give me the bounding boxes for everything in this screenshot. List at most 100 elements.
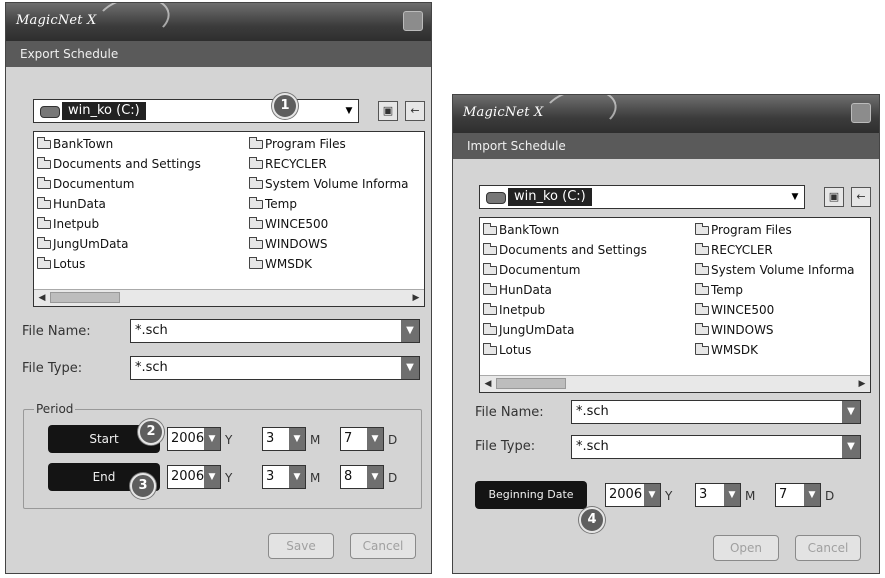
month-select[interactable]: 3 ▼ (695, 483, 741, 507)
start-day-select[interactable]: 7 ▼ (340, 427, 384, 451)
chevron-down-icon[interactable]: ▼ (401, 320, 419, 342)
file-list-item[interactable]: BankTown (483, 220, 647, 240)
scroll-right-icon[interactable]: ▶ (855, 377, 869, 391)
file-type-select[interactable]: *.sch ▼ (130, 356, 420, 380)
folder-up-button[interactable]: ▣ (824, 187, 844, 207)
folder-icon (483, 302, 497, 315)
file-list-item[interactable]: HunData (37, 194, 201, 214)
file-list-item[interactable]: WMSDK (695, 340, 854, 360)
chevron-down-icon[interactable]: ▼ (342, 103, 356, 119)
horizontal-scrollbar[interactable]: ◀ ▶ (34, 289, 424, 306)
beginning-date-button[interactable]: Beginning Date (475, 481, 587, 509)
file-type-value: *.sch (576, 439, 609, 454)
folder-icon (249, 236, 263, 249)
drive-select-value: win_ko (C:) (508, 188, 592, 206)
folder-icon (483, 222, 497, 235)
folder-icon (695, 222, 709, 235)
end-year-select[interactable]: 2006 ▼ (167, 465, 221, 489)
end-month-select[interactable]: 3 ▼ (262, 465, 306, 489)
file-list[interactable]: BankTown Documents and Settings Documentum… (479, 217, 871, 393)
file-list-item[interactable]: RECYCLER (249, 154, 408, 174)
folder-icon (483, 322, 497, 335)
file-list-item[interactable]: Lotus (483, 340, 647, 360)
chevron-down-icon[interactable]: ▼ (401, 357, 419, 379)
folder-up-button[interactable]: ▣ (378, 101, 398, 121)
file-list-item[interactable]: Program Files (695, 220, 854, 240)
file-list-item[interactable]: Lotus (37, 254, 201, 274)
file-list-item[interactable]: Documents and Settings (483, 240, 647, 260)
file-list-item[interactable]: Documentum (483, 260, 647, 280)
scroll-right-icon[interactable]: ▶ (409, 291, 423, 305)
file-list-item[interactable]: WINDOWS (249, 234, 408, 254)
day-select[interactable]: 7 ▼ (775, 483, 821, 507)
open-button[interactable]: Open (713, 535, 779, 561)
file-list-item[interactable]: System Volume Informa (249, 174, 408, 194)
drive-select[interactable]: win_ko (C:) ▼ (33, 99, 359, 123)
cancel-button[interactable]: Cancel (795, 535, 861, 561)
file-list-item[interactable]: JungUmData (483, 320, 647, 340)
back-button[interactable]: ← (405, 101, 425, 121)
file-list-item[interactable]: HunData (483, 280, 647, 300)
file-list-column-2: Program Files RECYCLER System Volume Infor… (249, 134, 408, 274)
folder-icon (483, 282, 497, 295)
chevron-down-icon[interactable]: ▼ (842, 401, 860, 423)
save-button[interactable]: Save (268, 533, 334, 559)
chevron-down-icon[interactable]: ▼ (289, 466, 305, 488)
file-list-item[interactable]: Temp (695, 280, 854, 300)
file-list-item[interactable]: WINCE500 (249, 214, 408, 234)
chevron-down-icon[interactable]: ▼ (842, 436, 860, 458)
file-list-item[interactable]: Documentum (37, 174, 201, 194)
file-list-item[interactable]: WINDOWS (695, 320, 854, 340)
file-list-item-label: Lotus (53, 257, 86, 271)
year-unit: Y (665, 489, 673, 503)
file-name-input[interactable]: *.sch ▼ (130, 319, 420, 343)
scroll-left-icon[interactable]: ◀ (481, 377, 495, 391)
chevron-down-icon[interactable]: ▼ (204, 428, 220, 450)
file-list-item[interactable]: WMSDK (249, 254, 408, 274)
close-button[interactable] (403, 11, 423, 31)
file-list-item[interactable]: WINCE500 (695, 300, 854, 320)
chevron-down-icon[interactable]: ▼ (788, 189, 802, 205)
chevron-down-icon[interactable]: ▼ (644, 484, 660, 506)
file-list-item-label: WMSDK (265, 257, 312, 271)
chevron-down-icon[interactable]: ▼ (204, 466, 220, 488)
file-list-column-1: BankTown Documents and Settings Documentum… (483, 220, 647, 360)
file-name-input[interactable]: *.sch ▼ (571, 400, 861, 424)
chevron-down-icon[interactable]: ▼ (804, 484, 820, 506)
year-unit: Y (225, 433, 233, 447)
start-year-select[interactable]: 2006 ▼ (167, 427, 221, 451)
end-day-select[interactable]: 8 ▼ (340, 465, 384, 489)
file-name-label: File Name: (22, 324, 91, 339)
chevron-down-icon[interactable]: ▼ (289, 428, 305, 450)
dialog-subtitle: Export Schedule (6, 41, 431, 67)
folder-icon (695, 242, 709, 255)
chevron-down-icon[interactable]: ▼ (367, 466, 383, 488)
year-select[interactable]: 2006 ▼ (605, 483, 661, 507)
scroll-thumb[interactable] (50, 292, 120, 303)
file-list-item[interactable]: System Volume Informa (695, 260, 854, 280)
horizontal-scrollbar[interactable]: ◀ ▶ (480, 375, 870, 392)
cancel-button[interactable]: Cancel (350, 533, 416, 559)
file-list-item[interactable]: RECYCLER (695, 240, 854, 260)
file-list-item[interactable]: Inetpub (37, 214, 201, 234)
drive-select[interactable]: win_ko (C:) ▼ (479, 185, 805, 209)
file-type-select[interactable]: *.sch ▼ (571, 435, 861, 459)
scroll-left-icon[interactable]: ◀ (35, 291, 49, 305)
file-list-item[interactable]: Temp (249, 194, 408, 214)
file-type-label: File Type: (475, 439, 536, 454)
file-list-item[interactable]: Inetpub (483, 300, 647, 320)
back-button[interactable]: ← (851, 187, 871, 207)
chevron-down-icon[interactable]: ▼ (367, 428, 383, 450)
file-list-item[interactable]: BankTown (37, 134, 201, 154)
drive-icon (486, 192, 506, 204)
start-month-select[interactable]: 3 ▼ (262, 427, 306, 451)
file-list-item[interactable]: Documents and Settings (37, 154, 201, 174)
chevron-down-icon[interactable]: ▼ (724, 484, 740, 506)
file-list-item[interactable]: JungUmData (37, 234, 201, 254)
close-button[interactable] (851, 103, 871, 123)
day-unit: D (825, 489, 835, 503)
file-list-item[interactable]: Program Files (249, 134, 408, 154)
file-list[interactable]: BankTown Documents and Settings Documentum… (33, 131, 425, 307)
scroll-thumb[interactable] (496, 378, 566, 389)
day-unit: D (388, 471, 398, 485)
